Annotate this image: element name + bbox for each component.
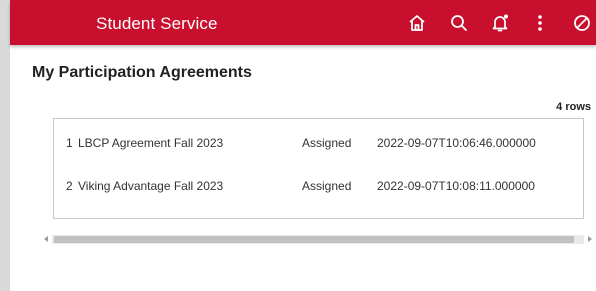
agreement-status: Assigned: [302, 179, 352, 193]
horizontal-scrollbar[interactable]: [42, 233, 594, 246]
app-frame: Student Service My Participation Agreeme…: [10, 0, 596, 291]
agreement-name[interactable]: LBCP Agreement Fall 2023: [78, 136, 223, 150]
scrollbar-thumb[interactable]: [54, 236, 574, 243]
search-icon[interactable]: [447, 11, 471, 35]
agreements-grid: 1 LBCP Agreement Fall 2023 Assigned 2022…: [53, 118, 584, 219]
no-entry-icon[interactable]: [570, 11, 594, 35]
agreement-date: 2022-09-07T10:06:46.000000: [377, 136, 536, 150]
page-title: My Participation Agreements: [32, 64, 252, 81]
row-number: 2: [66, 179, 73, 193]
agreement-status: Assigned: [302, 136, 352, 150]
scroll-right-arrow-icon[interactable]: [588, 236, 592, 242]
agreement-name[interactable]: Viking Advantage Fall 2023: [78, 179, 223, 193]
row-count: 4 rows: [556, 101, 591, 113]
agreement-date: 2022-09-07T10:08:11.000000: [377, 179, 535, 193]
scroll-left-arrow-icon[interactable]: [44, 236, 48, 242]
header-bar: Student Service: [10, 0, 596, 45]
table-row[interactable]: 2 Viking Advantage Fall 2023 Assigned 20…: [54, 179, 583, 197]
notification-bell-icon[interactable]: [488, 11, 512, 35]
table-row[interactable]: 1 LBCP Agreement Fall 2023 Assigned 2022…: [54, 136, 583, 154]
row-number: 1: [66, 136, 73, 150]
more-options-icon[interactable]: [528, 11, 552, 35]
home-icon[interactable]: [405, 11, 429, 35]
app-title: Student Service: [96, 14, 218, 33]
